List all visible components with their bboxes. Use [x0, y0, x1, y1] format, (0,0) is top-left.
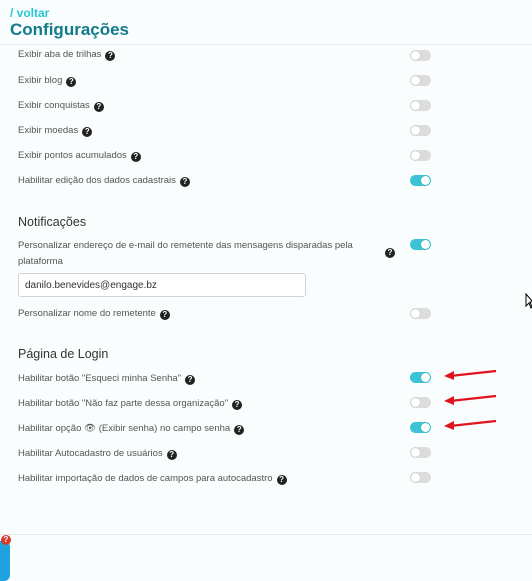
- toggle-knob: [411, 151, 420, 160]
- help-icon[interactable]: ?: [232, 400, 243, 410]
- toggle-knob: [411, 101, 420, 110]
- back-link[interactable]: / voltar: [10, 6, 49, 20]
- annotation-arrow: [444, 419, 497, 430]
- help-icon[interactable]: ?: [66, 77, 77, 87]
- setting-show-blog: Exibir blog?: [18, 73, 438, 88]
- setting-show-achievements: Exibir conquistas?: [18, 98, 438, 113]
- toggle-show-blog[interactable]: [410, 75, 431, 86]
- toggle-show-achievements[interactable]: [410, 100, 431, 111]
- toggle-knob: [421, 423, 430, 432]
- help-icon[interactable]: ?: [385, 248, 395, 258]
- help-icon[interactable]: ?: [276, 475, 287, 485]
- toggle-self-registration[interactable]: [410, 447, 431, 458]
- toggle-custom-email[interactable]: [410, 239, 431, 250]
- setting-show-trails: Exibir aba de trilhas?: [18, 47, 438, 62]
- setting-forgot-password: Habilitar botão "Esqueci minha Senha"?: [18, 371, 438, 386]
- toggle-knob: [411, 51, 420, 60]
- settings-content[interactable]: Exibir aba de trilhas? Exibir blog? Exib…: [0, 44, 532, 534]
- toggle-knob: [411, 126, 420, 135]
- toggle-import-fields[interactable]: [410, 472, 431, 483]
- toggle-knob: [411, 309, 420, 318]
- help-icon[interactable]: ?: [185, 375, 196, 385]
- help-icon[interactable]: ?: [105, 51, 116, 61]
- annotation-arrow: [444, 394, 497, 405]
- help-icon[interactable]: ?: [179, 177, 190, 187]
- setting-show-password: Habilitar opção 👁 (Exibir senha) no camp…: [18, 421, 438, 436]
- toggle-knob: [411, 398, 420, 407]
- toggle-knob: [411, 448, 420, 457]
- setting-show-coins: Exibir moedas?: [18, 123, 438, 138]
- footer-divider: [0, 534, 532, 535]
- toggle-knob: [421, 176, 430, 185]
- mouse-cursor-icon: [525, 293, 532, 309]
- setting-custom-email: Personalizar endereço de e-mail do remet…: [18, 240, 353, 267]
- help-icon[interactable]: ?: [159, 310, 170, 320]
- section-title-login: Página de Login: [18, 347, 109, 361]
- toggle-not-member[interactable]: [410, 397, 431, 408]
- toggle-forgot-password[interactable]: [410, 372, 431, 383]
- floating-help-button[interactable]: [0, 541, 10, 581]
- toggle-custom-sender[interactable]: [410, 308, 431, 319]
- sender-email-input[interactable]: [18, 273, 306, 297]
- toggle-show-trails[interactable]: [410, 50, 431, 61]
- help-badge-icon: ?: [1, 535, 11, 545]
- setting-custom-sender: Personalizar nome do remetente?: [18, 306, 438, 321]
- help-icon[interactable]: ?: [82, 127, 93, 137]
- setting-self-registration: Habilitar Autocadastro de usuários?: [18, 446, 438, 461]
- page-title: Configurações: [10, 20, 130, 39]
- toggle-knob: [421, 240, 430, 249]
- section-title-notifications: Notificações: [18, 215, 87, 229]
- help-icon[interactable]: ?: [234, 425, 245, 435]
- help-icon[interactable]: ?: [166, 450, 177, 460]
- toggle-show-coins[interactable]: [410, 125, 431, 136]
- toggle-edit-registration[interactable]: [410, 175, 431, 186]
- setting-not-member: Habilitar botão "Não faz parte dessa org…: [18, 396, 438, 411]
- toggle-show-points[interactable]: [410, 150, 431, 161]
- toggle-show-password[interactable]: [410, 422, 431, 433]
- help-icon[interactable]: ?: [93, 102, 104, 112]
- setting-edit-registration: Habilitar edição dos dados cadastrais?: [18, 173, 438, 188]
- toggle-knob: [421, 373, 430, 382]
- setting-import-fields: Habilitar importação de dados de campos …: [18, 471, 438, 486]
- help-icon[interactable]: ?: [130, 152, 141, 162]
- toggle-knob: [411, 473, 420, 482]
- annotation-arrow: [444, 369, 497, 380]
- toggle-knob: [411, 76, 420, 85]
- page-header: / voltar Configurações: [0, 0, 532, 45]
- setting-show-points: Exibir pontos acumulados?: [18, 148, 438, 163]
